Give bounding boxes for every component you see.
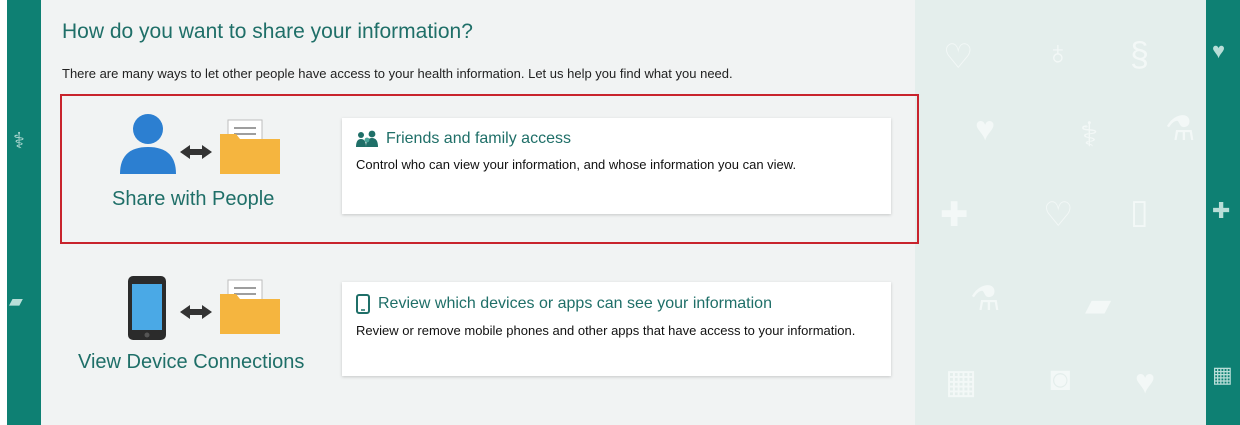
person-icon (120, 114, 280, 174)
share-with-people-label[interactable]: Share with People (112, 188, 274, 211)
intro-text: There are many ways to let other people … (62, 66, 733, 81)
double-arrow-icon (180, 145, 212, 159)
caduceus-icon: ⚕ (13, 128, 25, 153)
folder-icon (220, 119, 280, 174)
calendar-icon: ▦ (1212, 362, 1233, 387)
share-with-people-illustration (118, 112, 318, 182)
ambulance-icon: ▰ (1085, 286, 1112, 324)
camera-icon: ◙ (1050, 360, 1071, 398)
page-title: How do you want to share your informatio… (62, 20, 473, 43)
devices-apps-card[interactable]: Review which devices or apps can see you… (342, 282, 891, 376)
folder-icon (220, 279, 280, 334)
device-connections-illustration (118, 272, 318, 342)
calendar-icon: ▦ (945, 363, 978, 401)
heart-icon: ♡ (1043, 196, 1074, 234)
devices-apps-link[interactable]: Review which devices or apps can see you… (356, 294, 877, 314)
decorative-pattern: ♡ ♁ § ♥ ⚕ ⚗ ✚ ♡ ▯ ⚗ ▰ ▦ ◙ ♥ (915, 0, 1206, 425)
view-device-connections-label[interactable]: View Device Connections (78, 351, 304, 374)
smartphone-icon (128, 276, 166, 340)
heart-icon: ♡ (943, 38, 974, 76)
people-icon (356, 130, 378, 147)
bandage-icon: ✚ (1212, 198, 1231, 223)
bandage-icon: ✚ (940, 196, 969, 234)
friends-family-link[interactable]: Friends and family access (356, 130, 877, 148)
friends-family-title[interactable]: Friends and family access (386, 130, 571, 148)
friends-family-card[interactable]: Friends and family access Control who ca… (342, 118, 891, 214)
stethoscope-icon: ♁ (1045, 34, 1071, 72)
devices-apps-title[interactable]: Review which devices or apps can see you… (378, 295, 772, 313)
flask-icon: ⚗ (970, 280, 1001, 318)
heart-icon: ♥ (1212, 38, 1226, 63)
ambulance-icon: ▰ (9, 291, 23, 311)
heart-icon: ♥ (1135, 363, 1156, 401)
devices-apps-description: Review or remove mobile phones and other… (356, 323, 856, 338)
friends-family-description: Control who can view your information, a… (356, 157, 797, 172)
dna-icon: § (1130, 36, 1149, 74)
mobile-phone-icon (356, 294, 370, 314)
left-decorative-band: ⚕ ▰ (7, 0, 41, 425)
double-arrow-icon (180, 305, 212, 319)
flask-icon: ⚗ (1165, 110, 1196, 148)
caduceus-icon: ⚕ (1080, 116, 1099, 154)
right-decorative-band: ♥ ✚ ▦ (1206, 0, 1240, 425)
heart-icon: ♥ (975, 110, 996, 148)
pill-bottle-icon: ▯ (1130, 193, 1149, 231)
